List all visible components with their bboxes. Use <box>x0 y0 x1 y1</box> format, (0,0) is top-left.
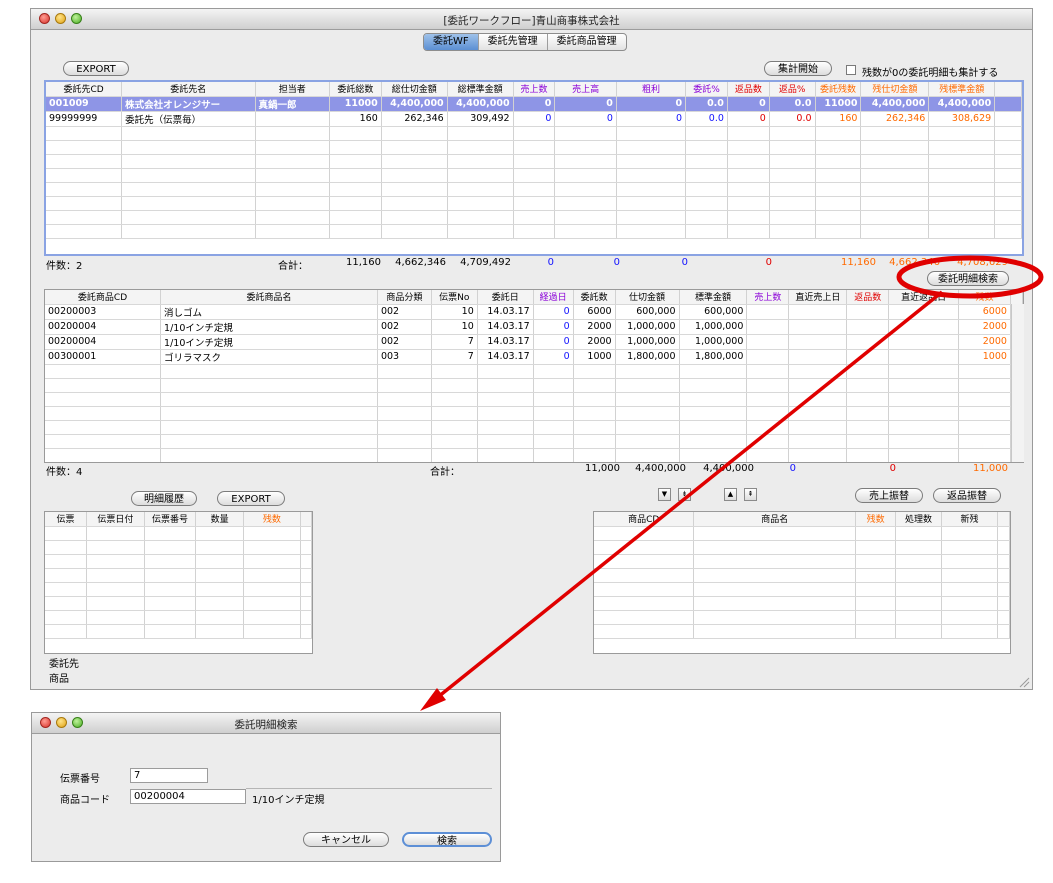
annotation-arrowhead-icon <box>420 688 446 711</box>
highlight-ellipse <box>896 255 1044 299</box>
annotation-overlay <box>420 255 1044 711</box>
annotation-arrow-line <box>436 290 944 699</box>
